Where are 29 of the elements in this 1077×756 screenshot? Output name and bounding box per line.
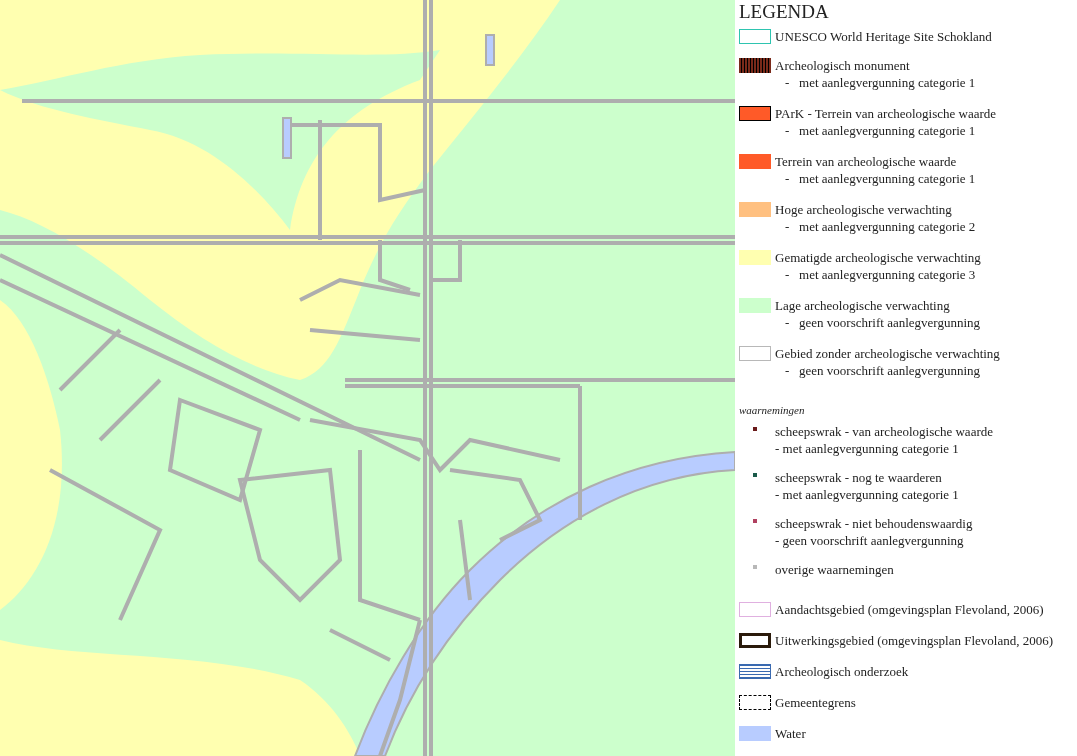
legend-label: UNESCO World Heritage Site Schokland xyxy=(775,28,992,45)
legend-title: LEGENDA xyxy=(739,2,830,22)
legend-label: Gebied zonder archeologische verwachting xyxy=(775,345,1000,362)
legend-note: - met aanlegvergunning categorie 1 xyxy=(775,486,959,503)
legend-note: - met aanlegvergunning categorie 2 xyxy=(784,218,976,235)
legend-label: scheepswrak - van archeologische waarde xyxy=(775,423,993,440)
legend-label: Hoge archeologische verwachting xyxy=(775,201,953,218)
legend-label: overige waarnemingen xyxy=(775,561,894,578)
legend-label: scheepswrak - nog te waarderen xyxy=(775,469,943,486)
legend-note: - geen voorschrift aanlegvergunning xyxy=(784,362,982,379)
legend-label: Archeologisch monument xyxy=(775,57,911,74)
legend-label: Uitwerkingsgebied (omgevingsplan Flevoland, 2006) xyxy=(775,632,1053,649)
legend-label: Aandachtsgebied (omgevingsplan Flevoland, 2006) xyxy=(775,601,1044,618)
legend-note: - geen voorschrift aanlegvergunning xyxy=(775,532,965,549)
legend-note: - met aanlegvergunning categorie 1 xyxy=(784,122,977,139)
legend-note: - met aanlegvergunning categorie 1 xyxy=(775,440,960,457)
legend-label: scheepswrak - niet behoudenswaardig xyxy=(775,515,973,532)
legend-label: Archeologisch onderzoek xyxy=(775,663,909,680)
legend-label: PArK - Terrein van archeologische waarde xyxy=(775,105,997,122)
legend-label: Gematigde archeologische verwachting xyxy=(775,249,981,266)
legend-subtitle: waarnemingen xyxy=(739,403,806,417)
legend-note: - met aanlegvergunning categorie 1 xyxy=(784,170,976,187)
legend-label: Terrein van archeologische waarde xyxy=(775,153,958,170)
legend-label: Lage archeologische verwachting xyxy=(775,297,951,314)
legend-note: - met aanlegvergunning categorie 1 xyxy=(784,74,976,91)
legend-note: - geen voorschrift aanlegvergunning xyxy=(784,314,981,331)
legend-label: Gemeentegrens xyxy=(775,694,856,711)
legend-note: - met aanlegvergunning categorie 3 xyxy=(784,266,977,283)
legend-label: Water xyxy=(775,725,806,742)
